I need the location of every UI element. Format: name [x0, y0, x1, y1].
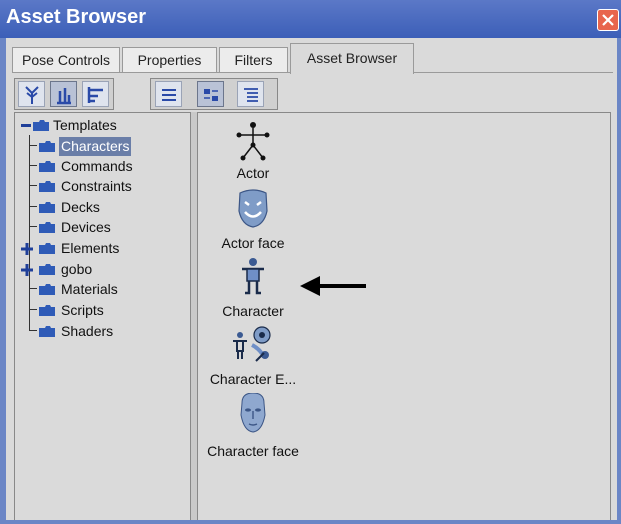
list-view-button[interactable] — [155, 81, 182, 107]
title-bar[interactable]: Asset Browser — [0, 0, 621, 38]
tab-label: Properties — [137, 52, 202, 68]
character-elements-icon — [233, 326, 271, 362]
folder-icon — [39, 141, 55, 152]
align-left-icon — [87, 87, 103, 103]
tree-label: gobo — [61, 261, 93, 277]
character-face-icon — [240, 393, 266, 433]
asset-label: Character face — [207, 443, 299, 459]
close-button[interactable] — [597, 9, 619, 31]
tree-connector — [29, 145, 37, 146]
window-border-bottom — [6, 520, 617, 524]
folder-icon — [39, 202, 55, 213]
tree-label: Decks — [61, 199, 100, 215]
folder-tree[interactable]: Templates Characters Commands Constraint… — [14, 112, 191, 524]
folder-icon — [39, 284, 55, 295]
view-mode-group — [14, 78, 114, 110]
icons-icon — [204, 89, 218, 101]
character-figure-icon — [242, 258, 264, 295]
list-icon — [162, 89, 176, 101]
folder-icon — [39, 161, 55, 172]
asset-actor-face[interactable]: Actor face — [198, 189, 308, 255]
icon-view-button[interactable] — [197, 81, 224, 107]
tab-label: Asset Browser — [306, 50, 398, 66]
left-align-button[interactable] — [82, 81, 109, 107]
actor-stick-figure-icon — [236, 122, 270, 161]
tree-connector — [29, 185, 37, 186]
asset-browser-window: Asset Browser Pose Controls Properties F… — [0, 0, 621, 524]
tab-asset-browser[interactable]: Asset Browser — [290, 43, 414, 74]
tree-connector — [29, 309, 37, 310]
asset-actor[interactable]: Actor — [198, 121, 308, 187]
tree-label: Characters — [59, 137, 132, 156]
expand-icon — [21, 243, 33, 255]
folder-icon — [39, 305, 55, 316]
folder-icon — [39, 222, 55, 233]
align-bottom-icon — [57, 88, 71, 105]
asset-label: Character E... — [209, 371, 297, 387]
asset-character[interactable]: Character — [198, 257, 308, 323]
tree-connector — [29, 226, 37, 227]
folder-icon — [39, 326, 55, 337]
actor-face-icon — [238, 189, 268, 228]
tree-label: Materials — [61, 281, 118, 297]
window-title: Asset Browser — [6, 6, 147, 28]
tree-label: Scripts — [61, 302, 104, 318]
tab-label: Filters — [234, 52, 273, 68]
pointer-arrow-icon — [300, 276, 366, 296]
tab-filters[interactable]: Filters — [219, 47, 288, 73]
folder-icon — [39, 243, 55, 254]
folder-icon — [39, 264, 55, 275]
detail-view-button[interactable] — [237, 81, 264, 107]
collapse-icon — [21, 124, 31, 127]
tree-view-button[interactable] — [18, 81, 45, 107]
tree-label: Templates — [53, 117, 117, 133]
bottom-align-button[interactable] — [50, 81, 77, 107]
asset-label: Actor face — [221, 235, 285, 251]
tree-label: Elements — [61, 240, 120, 256]
tree-icon — [25, 86, 39, 104]
tree-label: Shaders — [61, 323, 114, 339]
asset-label: Actor — [236, 165, 270, 181]
folder-icon — [39, 181, 55, 192]
asset-label: Character — [222, 303, 284, 319]
tree-label: Constraints — [61, 178, 132, 194]
display-mode-group — [150, 78, 278, 110]
tree-connector — [29, 288, 37, 289]
asset-grid[interactable]: Actor Actor face Character Character E..… — [197, 112, 611, 524]
tab-pose-controls[interactable]: Pose Controls — [12, 47, 120, 73]
tree-connector — [29, 165, 37, 166]
detail-list-icon — [244, 88, 258, 102]
tree-label: Commands — [61, 158, 133, 174]
tab-label: Pose Controls — [22, 52, 110, 68]
close-icon — [602, 14, 614, 26]
expand-icon — [21, 264, 33, 276]
asset-character-elements[interactable]: Character E... — [198, 325, 308, 391]
tree-connector — [29, 330, 37, 331]
tree-connector — [29, 206, 37, 207]
folder-icon — [33, 120, 49, 131]
tree-label: Devices — [61, 219, 111, 235]
tab-properties[interactable]: Properties — [122, 47, 217, 73]
asset-character-face[interactable]: Character face — [198, 393, 308, 463]
